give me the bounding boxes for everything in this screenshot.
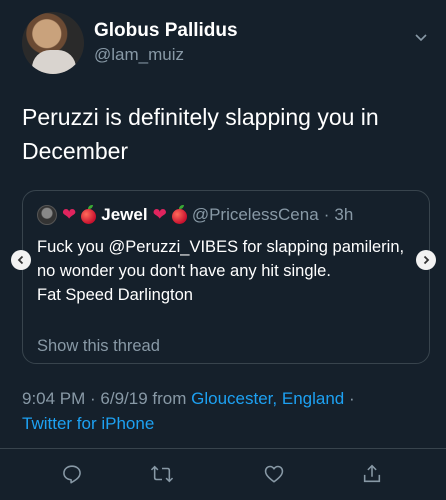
chevron-right-icon[interactable] [416, 250, 436, 270]
show-thread-link[interactable]: Show this thread [37, 337, 160, 356]
heart-emoji-icon: ❤ [62, 205, 77, 224]
author-avatar[interactable] [22, 12, 84, 74]
divider [0, 448, 446, 449]
share-icon[interactable] [358, 460, 386, 488]
location-link[interactable]: Gloucester, England [191, 389, 344, 408]
quoted-avatar[interactable] [37, 205, 57, 225]
tweet-timestamp: 9:04 PM · 6/9/19 from [22, 389, 192, 408]
author-display-name[interactable]: Globus Pallidus [94, 20, 238, 42]
quoted-display-name: Jewel [101, 205, 148, 224]
reply-icon[interactable] [58, 460, 86, 488]
quoted-time: 3h [334, 205, 354, 224]
tweet-card: Globus Pallidus @lam_muiz Peruzzi is def… [0, 0, 446, 500]
quoted-tweet-header: ❤ Jewel ❤ @PricelessCena · 3h [37, 203, 353, 227]
quoted-separator: · [323, 205, 330, 224]
quoted-tweet[interactable]: ❤ Jewel ❤ @PricelessCena · 3h Fuck you @… [22, 190, 430, 364]
client-link[interactable]: Twitter for iPhone [22, 414, 154, 433]
apple-emoji-icon [81, 204, 97, 224]
quoted-handle: @PricelessCena [191, 205, 319, 224]
tweet-metadata: 9:04 PM · 6/9/19 from Gloucester, Englan… [22, 386, 422, 436]
meta-separator: · [344, 389, 355, 408]
retweet-icon[interactable] [148, 460, 176, 488]
action-bar [0, 458, 446, 490]
heart-emoji-icon: ❤ [152, 205, 167, 224]
quoted-text-line: Fat Speed Darlington [37, 286, 193, 304]
quoted-text-line: Fuck you @Peruzzi_VIBES for slapping pam… [37, 238, 405, 280]
tweet-text: Peruzzi is definitely slapping you in De… [22, 104, 379, 164]
apple-emoji-icon [171, 204, 187, 224]
chevron-left-icon[interactable] [11, 250, 31, 270]
like-icon[interactable] [260, 460, 288, 488]
author-handle[interactable]: @lam_muiz [94, 45, 184, 65]
chevron-down-icon[interactable] [412, 28, 430, 46]
quoted-tweet-text: Fuck you @Peruzzi_VIBES for slapping pam… [37, 235, 417, 307]
